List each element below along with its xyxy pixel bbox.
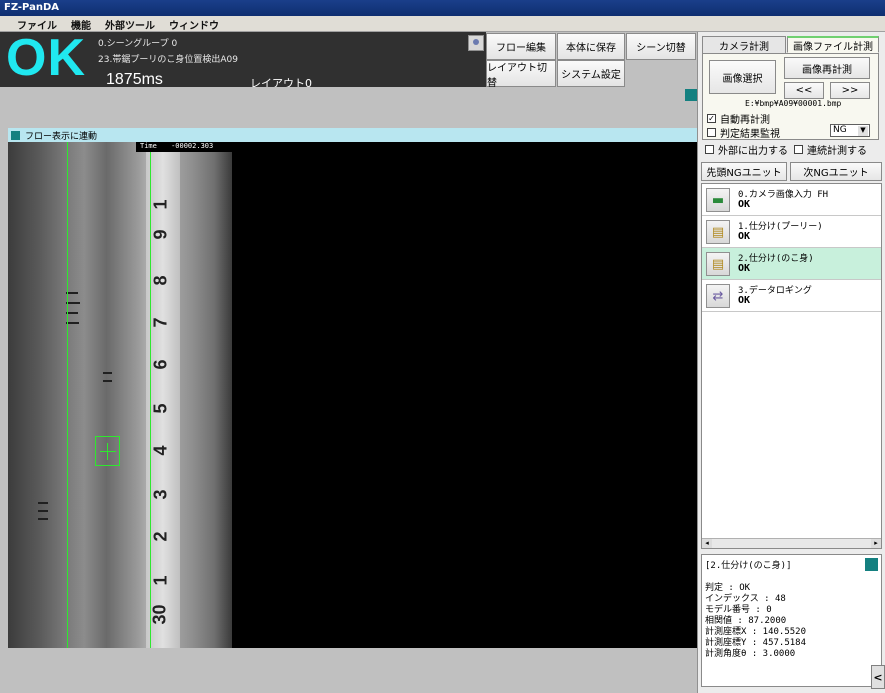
checkbox-icon: [707, 128, 716, 137]
output-external-label: 外部に出力する: [718, 146, 788, 157]
flow-link-label: フロー表示に連動: [25, 131, 98, 142]
result-filter-select[interactable]: NG: [830, 124, 870, 137]
tab-camera-measure[interactable]: カメラ計測: [702, 36, 786, 53]
user-icon[interactable]: [468, 35, 484, 51]
ruler-number: 30: [149, 604, 170, 625]
auto-remeasure-checkbox[interactable]: ✓ 自動再計測: [707, 111, 770, 126]
unit-item[interactable]: ▬ 0.カメラ画像入力 FH OK: [702, 184, 881, 216]
unit-result: OK: [738, 231, 751, 242]
monitor-checkbox[interactable]: 判定結果監視: [707, 125, 780, 140]
scene-group-label: 0.シーングループ 0: [98, 39, 178, 49]
ruler-number: 8: [150, 275, 171, 286]
checkbox-icon: [705, 145, 714, 154]
scroll-right-icon[interactable]: ▸: [871, 539, 881, 548]
ruler-number: 5: [150, 403, 171, 414]
unit-name: 1.仕分け(プーリー): [738, 222, 823, 232]
ruler-number: 7: [150, 317, 171, 328]
scroll-left-icon[interactable]: ◂: [702, 539, 712, 548]
checkbox-checked-icon: ✓: [707, 114, 716, 123]
overlay-line-left: [67, 142, 68, 648]
next-ng-unit-button[interactable]: 次NGユニット: [790, 162, 882, 181]
title-bar: FZ-PanDA: [0, 0, 885, 16]
system-settings-button[interactable]: システム設定: [557, 60, 625, 87]
display-marker-icon: [685, 89, 697, 101]
image-canvas[interactable]: 1 9 8 7 6 5 4 3 2 1 30 Time -00002.303: [8, 142, 697, 648]
ruler-number: 4: [150, 445, 171, 456]
ruler-number: 1: [150, 199, 171, 210]
ruler-number: 2: [150, 531, 171, 542]
unit-result: OK: [738, 295, 751, 306]
file-path: E:¥bmp¥A09¥00001.bmp: [745, 99, 842, 108]
remeasure-button[interactable]: 画像再計測: [784, 57, 870, 79]
folder-icon: ▤: [706, 252, 730, 276]
collapse-panel-button[interactable]: <: [871, 665, 885, 689]
unit-list: ▬ 0.カメラ画像入力 FH OK ▤ 1.仕分け(プーリー) OK ▤ 2.仕…: [701, 183, 882, 549]
menu-external-tools[interactable]: 外部ツール: [98, 16, 162, 32]
detection-box[interactable]: [95, 436, 120, 466]
folder-icon: ▤: [706, 220, 730, 244]
output-external-checkbox[interactable]: 外部に出力する: [705, 142, 788, 157]
ruler-number: 3: [150, 489, 171, 500]
ruler-number: 6: [150, 359, 171, 370]
flow-edit-button[interactable]: フロー編集: [486, 33, 556, 60]
ruler-image: 1 9 8 7 6 5 4 3 2 1 30: [146, 142, 180, 648]
overlay-line-right: [150, 142, 151, 648]
detail-panel: [2.仕分け(のこ身)] 判定 : OK インデックス : 48 モデル番号 :…: [701, 554, 882, 687]
detail-title: [2.仕分け(のこ身)]: [705, 561, 792, 571]
window-title: FZ-PanDA: [4, 2, 60, 13]
horizontal-scrollbar[interactable]: ◂ ▸: [702, 538, 881, 548]
ruler-number: 9: [150, 229, 171, 240]
file-measure-panel: 画像選択 画像再計測 << >> E:¥bmp¥A09¥00001.bmp ✓ …: [702, 53, 879, 140]
time-value: -00002.303: [171, 142, 214, 150]
layout-switch-button[interactable]: レイアウト切替: [486, 60, 556, 89]
scene-name-label: 23.帯鋸プーリのこ身位置検出A09: [98, 55, 238, 65]
menu-window[interactable]: ウィンドウ: [162, 16, 226, 32]
menu-bar: ファイル 機能 外部ツール ウィンドウ: [0, 16, 885, 32]
select-image-button[interactable]: 画像選択: [709, 60, 776, 94]
ruler-number: 1: [150, 575, 171, 586]
continuous-checkbox[interactable]: 連続計測する: [794, 142, 867, 157]
save-button[interactable]: 本体に保存: [557, 33, 625, 60]
detail-marker-icon: [865, 558, 878, 571]
logging-icon: ⇄: [706, 284, 730, 308]
status-panel: OK 0.シーングループ 0 23.帯鋸プーリのこ身位置検出A09 1875ms…: [0, 29, 486, 90]
app-window: FZ-PanDA ファイル 機能 外部ツール ウィンドウ OK 0.シーングルー…: [0, 0, 885, 693]
scene-switch-button[interactable]: シーン切替: [626, 33, 696, 60]
auto-remeasure-label: 自動再計測: [720, 115, 770, 126]
first-ng-unit-button[interactable]: 先頭NGユニット: [701, 162, 787, 181]
time-label: Time: [140, 142, 157, 150]
unit-name: 0.カメラ画像入力 FH: [738, 190, 829, 200]
next-image-button[interactable]: >>: [830, 82, 870, 99]
tab-image-file-measure[interactable]: 画像ファイル計測: [787, 36, 879, 53]
right-panel: カメラ計測 画像ファイル計測 画像選択 画像再計測 << >> E:¥bmp¥A…: [697, 32, 885, 693]
prev-image-button[interactable]: <<: [784, 82, 824, 99]
flow-link-icon: [11, 130, 20, 140]
camera-icon: ▬: [706, 188, 730, 212]
camera-image: [8, 142, 232, 648]
unit-item-selected[interactable]: ▤ 2.仕分け(のこ身) OK: [702, 248, 881, 280]
checkbox-icon: [794, 145, 803, 154]
unit-result: OK: [738, 199, 751, 210]
flow-link-bar[interactable]: フロー表示に連動: [8, 128, 697, 142]
overall-result: OK: [6, 29, 86, 87]
monitor-label: 判定結果監視: [720, 129, 780, 140]
unit-item[interactable]: ⇄ 3.データロギング OK: [702, 280, 881, 312]
unit-item[interactable]: ▤ 1.仕分け(プーリー) OK: [702, 216, 881, 248]
time-readout: Time -00002.303: [136, 142, 232, 152]
unit-result: OK: [738, 263, 751, 274]
continuous-label: 連続計測する: [807, 146, 867, 157]
image-display-area: フロー表示に連動 1 9 8 7 6 5 4 3 2 1 30 Time -00…: [4, 87, 697, 689]
detail-line: 計測角度θ : 3.0000: [705, 649, 796, 659]
